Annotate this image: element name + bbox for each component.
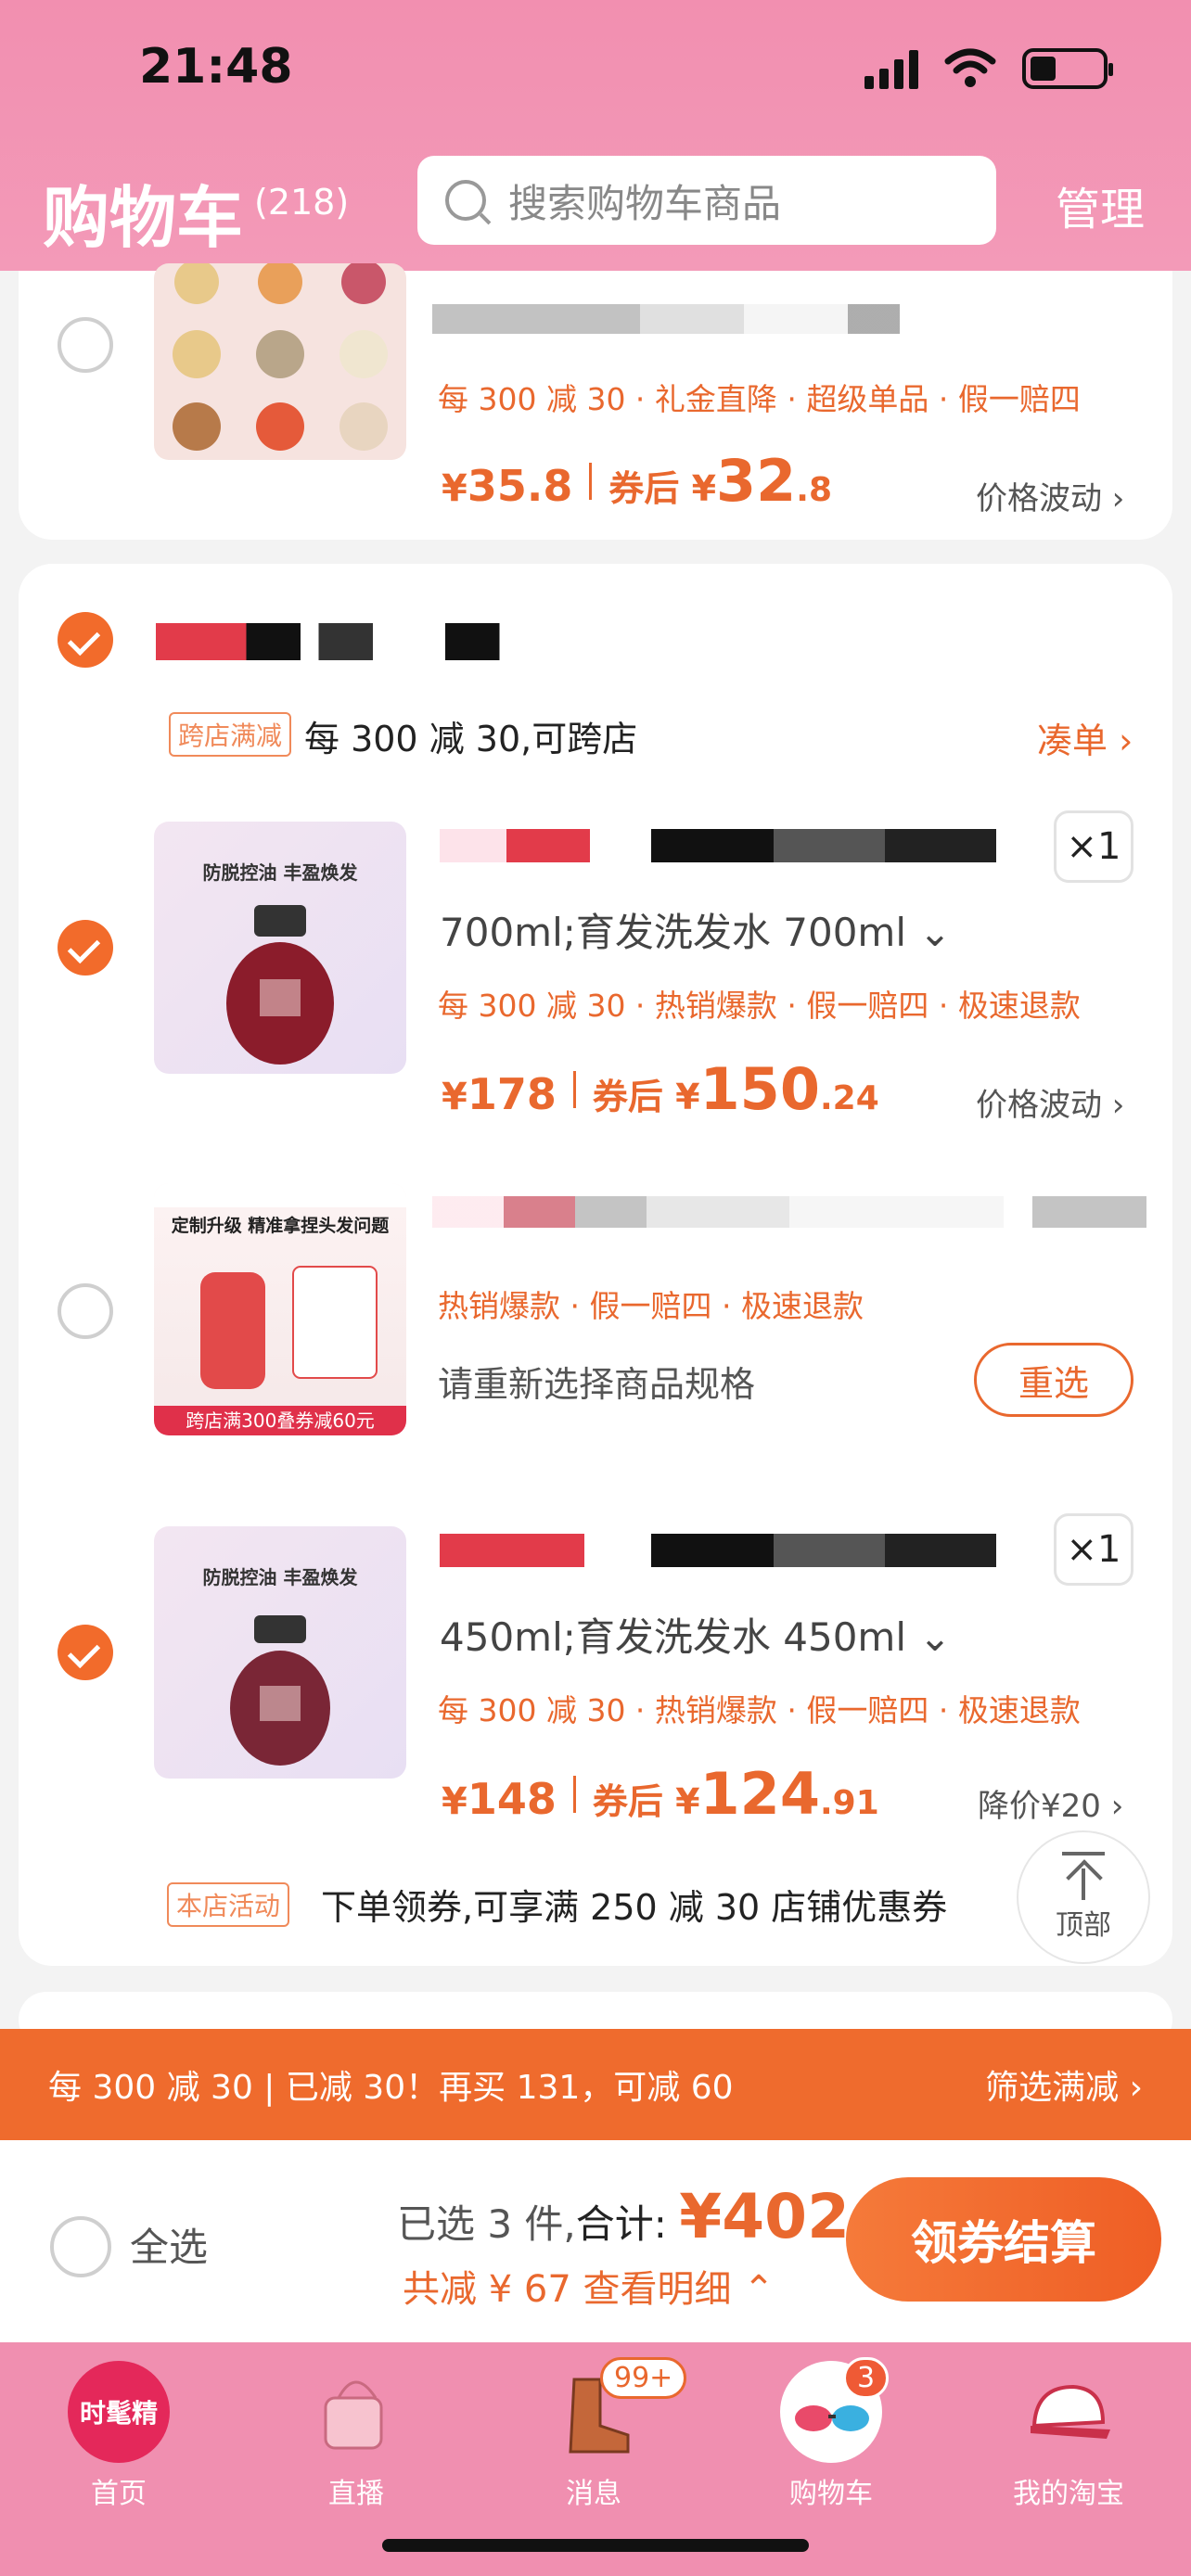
cellular-signal-icon xyxy=(864,48,918,89)
item-promos: 热销爆款 · 假一赔四 · 极速退款 xyxy=(438,1288,864,1324)
item-promos: 每 300 减 30 · 礼金直降 · 超级单品 · 假一赔四 xyxy=(438,381,1081,417)
variant-selector[interactable]: 700ml;育发洗发水 700ml ⌄ xyxy=(440,901,952,958)
cross-store-promo-text: 每 300 减 30,可跨店 xyxy=(304,719,638,759)
product-image-snacks[interactable] xyxy=(154,263,406,460)
quantity-badge[interactable]: ×1 xyxy=(1054,1513,1133,1586)
status-icons xyxy=(864,48,1113,89)
tab-label: 消息 xyxy=(566,2478,621,2510)
select-all-label[interactable]: 全选 xyxy=(130,2216,208,2273)
store-activity-tag: 本店活动 xyxy=(167,1882,290,1927)
item-promos: 每 300 减 30 · 热销爆款 · 假一赔四 · 极速退款 xyxy=(438,988,1081,1024)
item-price: ¥148 券后 ¥124.91 xyxy=(442,1760,879,1828)
product-image-shampoo-450[interactable]: 防脱控油 丰盈焕发 xyxy=(154,1526,406,1779)
cart-glasses-icon: 3 xyxy=(780,2357,890,2463)
tab-label: 购物车 xyxy=(789,2478,873,2510)
header: 21:48 购物车 (218) 搜索购物车商品 管理 xyxy=(0,0,1191,271)
product-title-redacted xyxy=(440,1534,996,1567)
filter-promo-link[interactable]: 筛选满减 › xyxy=(985,2060,1143,2109)
cart-badge: 3 xyxy=(843,2357,890,2399)
tab-messages[interactable]: 99+ 消息 xyxy=(501,2357,687,2511)
svg-text:定制升级 精准拿捏头发问题: 定制升级 精准拿捏头发问题 xyxy=(172,1215,390,1236)
svg-text:防脱控油 丰盈焕发: 防脱控油 丰盈焕发 xyxy=(203,861,359,884)
price-fluctuation-link[interactable]: 价格波动 › xyxy=(976,473,1124,518)
tab-home[interactable]: 时髦精 首页 xyxy=(26,2361,211,2511)
tab-label: 我的淘宝 xyxy=(1013,2478,1124,2510)
status-time: 21:48 xyxy=(139,39,293,95)
svg-text:跨店满300叠券减60元: 跨店满300叠券减60元 xyxy=(186,1409,375,1432)
back-to-top-label: 顶部 xyxy=(1056,1909,1111,1942)
page-title: 购物车 xyxy=(43,179,244,257)
search-icon xyxy=(445,180,486,221)
promo-bar-summary: 每 300 减 30 | 已减 30！再买 131，可减 60 xyxy=(48,2069,734,2107)
my-taobao-cap-icon xyxy=(1018,2361,1120,2463)
message-boot-icon: 99+ xyxy=(543,2357,687,2463)
checkout-summary: 已选 3 件,合计: ¥402 xyxy=(397,2181,851,2252)
variant-selector[interactable]: 450ml;育发洗发水 450ml ⌄ xyxy=(440,1606,952,1663)
tab-my-taobao[interactable]: 我的淘宝 xyxy=(976,2361,1161,2511)
item-checkbox[interactable] xyxy=(58,317,113,373)
checkout-bar: 全选 已选 3 件,合计: ¥402 共减 ¥ 67 查看明细 ⌃ 领券结算 xyxy=(0,2140,1191,2342)
home-fashion-icon: 时髦精 xyxy=(68,2361,170,2463)
product-title-redacted xyxy=(440,829,996,862)
cart-item-card-top: 每 300 减 30 · 礼金直降 · 超级单品 · 假一赔四 ¥35.8 券后… xyxy=(19,263,1172,540)
shop-checkbox[interactable] xyxy=(58,612,113,668)
shop-card: 跨店满减 每 300 减 30,可跨店 凑单 › 防脱控油 丰盈焕发 ×1 70… xyxy=(19,564,1172,1966)
reselect-hint: 请重新选择商品规格 xyxy=(438,1364,756,1405)
manage-button[interactable]: 管理 xyxy=(1056,172,1145,237)
item-checkbox[interactable] xyxy=(58,1283,113,1339)
wifi-icon xyxy=(944,48,996,87)
messages-badge: 99+ xyxy=(600,2357,687,2399)
item-price: ¥35.8 券后 ¥32.8 xyxy=(442,447,833,515)
battery-icon xyxy=(1022,48,1113,89)
promo-bar: 每 300 减 30 | 已减 30！再买 131，可减 60 筛选满减 › xyxy=(0,2029,1191,2140)
shop-name-redacted xyxy=(156,623,518,660)
cart-count: (218) xyxy=(254,182,350,223)
live-bag-icon xyxy=(305,2361,407,2463)
cross-store-promo-tag: 跨店满减 xyxy=(169,712,292,757)
tab-bar: 时髦精 首页 直播 99+ 消息 3 购物车 我的淘宝 xyxy=(0,2342,1191,2576)
savings-details-link[interactable]: 共减 ¥ 67 查看明细 ⌃ xyxy=(403,2259,775,2313)
price-fluctuation-link[interactable]: 价格波动 › xyxy=(976,1079,1124,1125)
product-image-shampoo-700[interactable]: 防脱控油 丰盈焕发 xyxy=(154,822,406,1074)
product-image-shampoo-promo[interactable]: 定制升级 精准拿捏头发问题 跨店满300叠券减60元 xyxy=(154,1183,406,1435)
reselect-button[interactable]: 重选 xyxy=(974,1343,1133,1417)
arrow-up-icon xyxy=(1062,1852,1105,1900)
tab-label: 首页 xyxy=(91,2478,147,2510)
item-price: ¥178 券后 ¥150.24 xyxy=(442,1055,879,1123)
item-promos: 每 300 减 30 · 热销爆款 · 假一赔四 · 极速退款 xyxy=(438,1692,1081,1728)
item-checkbox[interactable] xyxy=(58,920,113,976)
tab-label: 直播 xyxy=(328,2478,384,2510)
add-items-link[interactable]: 凑单 › xyxy=(1037,712,1133,763)
tab-cart[interactable]: 3 购物车 xyxy=(738,2357,924,2511)
svg-text:防脱控油 丰盈焕发: 防脱控油 丰盈焕发 xyxy=(203,1566,359,1588)
product-title-redacted xyxy=(432,1196,1146,1228)
price-drop-link[interactable]: 降价¥20 › xyxy=(978,1780,1123,1826)
home-indicator xyxy=(382,2539,809,2552)
item-checkbox[interactable] xyxy=(58,1625,113,1680)
home-icon-text: 时髦精 xyxy=(79,2398,158,2429)
checkout-button[interactable]: 领券结算 xyxy=(846,2177,1161,2302)
back-to-top-button[interactable]: 顶部 xyxy=(1017,1830,1150,1964)
quantity-badge[interactable]: ×1 xyxy=(1054,810,1133,883)
tab-live[interactable]: 直播 xyxy=(263,2361,449,2511)
select-all-checkbox[interactable] xyxy=(50,2216,111,2277)
search-placeholder: 搜索购物车商品 xyxy=(508,180,782,226)
product-title-redacted xyxy=(432,304,952,334)
search-input[interactable]: 搜索购物车商品 xyxy=(417,156,996,245)
store-activity-text: 下单领券,可享满 250 减 30 店铺优惠券 xyxy=(321,1887,948,1928)
